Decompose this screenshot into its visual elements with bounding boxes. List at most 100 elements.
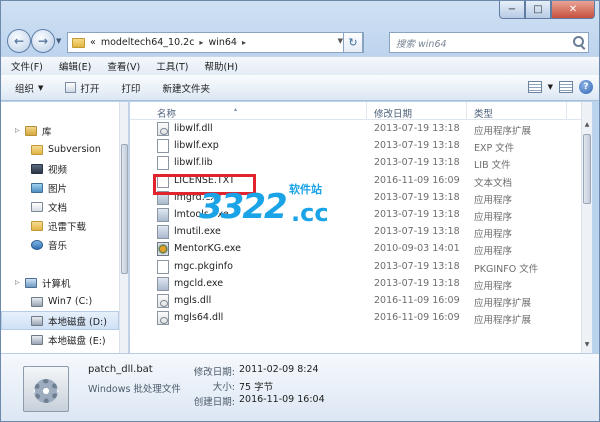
address-overflow-chevron[interactable]: «: [90, 37, 96, 48]
folder-icon: [72, 37, 85, 48]
file-row[interactable]: libwlf.lib 2013-07-19 13:18 LIB 文件: [130, 155, 592, 172]
print-label: 打印: [121, 83, 141, 95]
column-divider[interactable]: [566, 102, 567, 120]
close-button[interactable]: ✕: [551, 1, 595, 19]
column-divider[interactable]: [366, 102, 367, 120]
sidebar-item-drive-d[interactable]: 本地磁盘 (D:): [1, 311, 119, 330]
refresh-button[interactable]: ↻: [343, 32, 363, 53]
sidebar-item-label: Win7 (C:): [48, 296, 93, 307]
back-button[interactable]: ←: [7, 29, 31, 53]
menu-tools[interactable]: 工具(T): [156, 59, 188, 73]
file-type: 应用程序扩展: [474, 298, 532, 309]
sidebar-item-drive-c[interactable]: Win7 (C:): [1, 292, 119, 311]
breadcrumb-separator[interactable]: ▸: [199, 38, 203, 47]
video-icon: [31, 163, 43, 174]
file-date: 2013-07-19 13:18: [374, 277, 460, 289]
column-header-row: ▴ 名称 修改日期 类型: [130, 102, 592, 120]
toolbar-right: ▼ ?: [527, 80, 593, 94]
computer-icon: [25, 277, 37, 288]
application-icon: [157, 276, 169, 291]
dll-file-icon: [157, 311, 169, 326]
sidebar-item-label: 计算机: [42, 278, 71, 290]
batch-file-icon: [23, 366, 69, 412]
file-date: 2013-07-19 13:18: [374, 140, 460, 152]
file-type: 文本文档: [474, 177, 513, 189]
breadcrumb-separator[interactable]: ▸: [242, 38, 246, 47]
scroll-down-icon[interactable]: ▼: [582, 341, 592, 353]
details-modified-label: 修改日期:: [193, 367, 235, 378]
file-row[interactable]: mgls.dll 2016-11-09 16:09 应用程序扩展: [130, 293, 592, 310]
breadcrumb-win64[interactable]: win64: [208, 37, 237, 48]
sidebar-item-label: 音乐: [48, 240, 68, 252]
chevron-down-icon[interactable]: ▼: [548, 83, 553, 91]
sidebar-item-label: 迅雷下载: [48, 221, 87, 233]
chevron-down-icon: ▼: [38, 83, 44, 92]
file-row[interactable]: mgcld.exe 2013-07-19 13:18 应用程序: [130, 276, 592, 293]
scrollbar-thumb[interactable]: [583, 134, 591, 204]
folder-icon: [31, 220, 43, 231]
new-folder-button[interactable]: 新建文件夹: [162, 81, 210, 95]
application-icon: [157, 225, 169, 240]
sidebar-item-thunder-downloads[interactable]: 迅雷下载: [1, 216, 119, 235]
file-type: 应用程序扩展: [474, 315, 532, 327]
file-row[interactable]: libwlf.dll 2013-07-19 13:18 应用程序扩展: [130, 121, 592, 138]
file-row[interactable]: libwlf.exp 2013-07-19 13:18 EXP 文件: [130, 138, 592, 155]
menu-edit[interactable]: 编辑(E): [59, 59, 91, 73]
forward-button[interactable]: →: [31, 29, 55, 53]
file-type: 应用程序: [474, 246, 513, 258]
file-row[interactable]: mgc.pkginfo 2013-07-19 13:18 PKGINFO 文件: [130, 259, 592, 276]
column-divider[interactable]: [466, 102, 467, 120]
file-list-scrollbar[interactable]: ▲ ▼: [581, 102, 592, 353]
file-icon: [157, 259, 169, 274]
address-bar[interactable]: « modeltech64_10.2c ▸ win64 ▸ ▼ ↻: [67, 32, 364, 53]
file-name[interactable]: libwlf.dll: [174, 123, 213, 134]
sidebar-item-documents[interactable]: 文档: [1, 197, 119, 216]
file-row[interactable]: mgls64.dll 2016-11-09 16:09 应用程序扩展: [130, 310, 592, 327]
print-button[interactable]: 打印: [121, 81, 140, 95]
file-date: 2013-07-19 13:18: [374, 260, 460, 272]
change-view-icon[interactable]: [527, 81, 542, 93]
help-icon[interactable]: ?: [579, 80, 593, 94]
sidebar-item-pictures[interactable]: 图片: [1, 178, 119, 197]
sidebar-item-subversion[interactable]: Subversion: [1, 140, 119, 159]
new-folder-label: 新建文件夹: [162, 83, 210, 95]
menu-help[interactable]: 帮助(H): [204, 59, 238, 73]
organize-button[interactable]: 组织 ▼: [15, 81, 43, 95]
sidebar-item-library[interactable]: ▷ 库: [1, 121, 119, 140]
navigation-scrollbar[interactable]: [119, 102, 128, 353]
sidebar-item-music[interactable]: 音乐: [1, 235, 119, 254]
expand-arrow-icon[interactable]: ▷: [15, 127, 20, 134]
file-name[interactable]: libwlf.lib: [174, 157, 213, 168]
open-label: 打开: [80, 83, 100, 95]
menu-view[interactable]: 查看(V): [107, 59, 140, 73]
column-header-date[interactable]: 修改日期: [374, 106, 412, 120]
expand-arrow-icon[interactable]: ▷: [15, 279, 20, 286]
menu-file[interactable]: 文件(F): [11, 59, 43, 73]
sidebar-item-computer[interactable]: ▷ 计算机: [1, 273, 119, 292]
file-name[interactable]: mgc.pkginfo: [174, 261, 233, 272]
sidebar-item-drive-e[interactable]: 本地磁盘 (E:): [1, 330, 119, 349]
file-name[interactable]: mgls.dll: [174, 295, 211, 306]
breadcrumb-modeltech[interactable]: modeltech64_10.2c: [101, 37, 195, 48]
recent-pages-dropdown[interactable]: ▼: [56, 37, 64, 45]
file-name[interactable]: MentorKG.exe: [174, 243, 241, 254]
file-type: PKGINFO 文件: [474, 263, 539, 275]
search-input[interactable]: 搜索 win64: [389, 32, 589, 53]
preview-pane-icon[interactable]: [559, 81, 573, 93]
picture-icon: [31, 182, 43, 193]
file-name[interactable]: mgcld.exe: [174, 278, 223, 289]
search-icon[interactable]: [573, 36, 584, 47]
file-name[interactable]: libwlf.exp: [174, 140, 219, 151]
details-created-label: 创建日期:: [193, 397, 235, 408]
sidebar-item-video[interactable]: 视频: [1, 159, 119, 178]
open-button[interactable]: 打开: [65, 81, 99, 95]
details-created-value: 2016-11-09 16:04: [239, 394, 325, 405]
maximize-button[interactable]: □: [525, 1, 551, 19]
file-name[interactable]: mgls64.dll: [174, 312, 223, 323]
column-header-name[interactable]: 名称: [157, 106, 176, 120]
scrollbar-thumb[interactable]: [121, 144, 128, 274]
column-header-type[interactable]: 类型: [474, 106, 493, 120]
command-bar: 组织 ▼ 打开 打印 新建文件夹 ▼ ?: [1, 75, 599, 101]
minimize-button[interactable]: −: [499, 1, 525, 19]
scroll-up-icon[interactable]: ▲: [582, 121, 592, 133]
